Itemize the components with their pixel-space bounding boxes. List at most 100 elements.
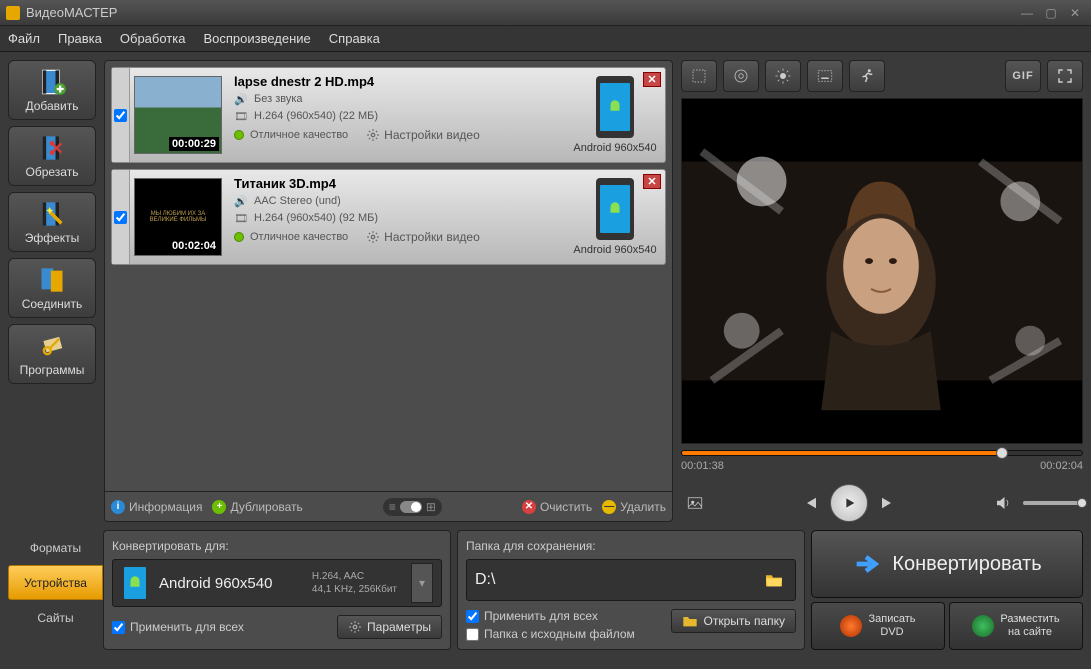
params-button-label: Параметры [367,620,431,634]
menu-file[interactable]: Файл [8,31,40,46]
runner-icon [858,67,876,85]
convert-button-label: Конвертировать [892,553,1041,576]
programs-button[interactable]: Программы [8,324,96,384]
tab-devices[interactable]: Устройства [8,565,103,600]
merge-button[interactable]: Соединить [8,258,96,318]
brightness-button[interactable] [765,60,801,92]
convert-button[interactable]: Конвертировать [811,530,1083,598]
film-merge-icon [38,266,66,294]
play-icon [841,495,857,511]
audio-icon: 🔊 [234,194,248,208]
device-preview-icon [596,178,634,240]
remove-item-button[interactable]: ✕ [643,174,661,189]
device-dropdown[interactable]: ▾ [411,563,433,603]
minimize-button[interactable]: — [1017,5,1037,21]
info-button[interactable]: iИнформация [111,500,202,514]
settings-link-label: Настройки видео [384,230,480,244]
close-button[interactable]: ✕ [1065,5,1085,21]
gear-icon [366,230,380,244]
params-button[interactable]: Параметры [337,615,442,639]
view-toggle[interactable]: ≡⊞ [383,498,442,516]
tool-sidebar: Добавить Обрезать Эффекты Соединить Прог… [8,60,96,522]
device-selector[interactable]: Android 960x540 H.264, AAC44,1 KHz, 256К… [112,559,442,607]
preview-toolbar: GIF [681,60,1083,92]
current-time: 00:01:38 [681,460,724,472]
volume-button[interactable] [989,489,1017,517]
crop-button[interactable] [681,60,717,92]
sun-icon [774,67,792,85]
speed-button[interactable] [849,60,885,92]
snapshot-button[interactable] [681,489,709,517]
clear-button[interactable]: ✕Очистить [522,500,592,514]
next-icon [879,494,897,512]
menu-help[interactable]: Справка [329,31,380,46]
open-folder-button[interactable]: Открыть папку [671,609,796,633]
film-scissors-icon [38,134,66,162]
file-item[interactable]: ✕ МЫ ЛЮБИМ ИХ ЗА ВЕЛИКИЕ ФИЛЬМЫ00:02:04 … [111,169,666,265]
add-button[interactable]: Добавить [8,60,96,120]
format-tabs: Форматы Устройства Сайты [8,530,103,650]
item-checkbox[interactable] [114,109,127,122]
image-icon [686,494,704,512]
prev-button[interactable] [796,489,824,517]
clear-button-label: Очистить [540,500,592,514]
programs-button-label: Программы [20,363,85,377]
menu-playback[interactable]: Воспроизведение [203,31,310,46]
add-button-label: Добавить [25,99,78,113]
open-folder-label: Открыть папку [703,614,785,628]
gif-button[interactable]: GIF [1005,60,1041,92]
thumbnail: МЫ ЛЮБИМ ИХ ЗА ВЕЛИКИЕ ФИЛЬМЫ00:02:04 [134,178,222,256]
apply-all-save-checkbox[interactable]: Применить для всех [466,609,635,623]
total-time: 00:02:04 [1040,460,1083,472]
delete-button[interactable]: —Удалить [602,500,666,514]
video-preview[interactable] [681,98,1083,444]
source-folder-checkbox[interactable]: Папка с исходным файлом [466,627,635,641]
source-folder-label: Папка с исходным файлом [484,627,635,641]
remove-item-button[interactable]: ✕ [643,72,661,87]
tab-sites[interactable]: Сайты [8,600,103,635]
save-title: Папка для сохранения: [466,539,796,553]
disc-icon [840,615,862,637]
apply-all-save-label: Применить для всех [484,609,598,623]
cut-button-label: Обрезать [26,165,79,179]
text-button[interactable] [807,60,843,92]
codec-info: H.264 (960x540) (22 МБ) [254,110,378,122]
convert-arrow-icon [852,550,880,578]
quality-dot-icon [234,232,244,242]
volume-slider[interactable] [1023,501,1083,505]
save-path[interactable]: D:\ [475,571,753,589]
adjust-button[interactable] [723,60,759,92]
seek-bar[interactable] [681,450,1083,456]
effects-button[interactable]: Эффекты [8,192,96,252]
maximize-button[interactable]: ▢ [1041,5,1061,21]
video-icon: 🎞 [234,211,248,225]
device-label: Android 960x540 [573,244,656,256]
menu-edit[interactable]: Правка [58,31,102,46]
info-button-label: Информация [129,500,202,514]
save-panel: Папка для сохранения: D:\ Применить для … [457,530,805,650]
browse-folder-button[interactable] [761,569,787,591]
item-checkbox[interactable] [114,211,127,224]
volume-handle[interactable] [1077,498,1087,508]
seek-handle[interactable] [996,447,1008,459]
menu-process[interactable]: Обработка [120,31,186,46]
fullscreen-button[interactable] [1047,60,1083,92]
duplicate-button[interactable]: +Дублировать [212,500,302,514]
file-name: Титаник 3D.mp4 [234,176,557,191]
file-item[interactable]: ✕ 00:00:29 lapse dnestr 2 HD.mp4 🔊Без зв… [111,67,666,163]
duration-label: 00:02:04 [169,239,219,253]
gear-icon [348,620,362,634]
publish-site-button[interactable]: Разместить на сайте [949,602,1083,650]
device-codecs: H.264, AAC44,1 KHz, 256Кбит [312,570,397,596]
play-button[interactable] [830,484,868,522]
video-settings-link[interactable]: Настройки видео [366,230,480,244]
device-label: Android 960x540 [573,142,656,154]
apply-all-checkbox[interactable]: Применить для всех [112,620,244,634]
save-path-box: D:\ [466,559,796,601]
next-button[interactable] [874,489,902,517]
video-settings-link[interactable]: Настройки видео [366,128,480,142]
cut-button[interactable]: Обрезать [8,126,96,186]
burn-dvd-label: Записать DVD [868,613,915,639]
tab-formats[interactable]: Форматы [8,530,103,565]
burn-dvd-button[interactable]: Записать DVD [811,602,945,650]
